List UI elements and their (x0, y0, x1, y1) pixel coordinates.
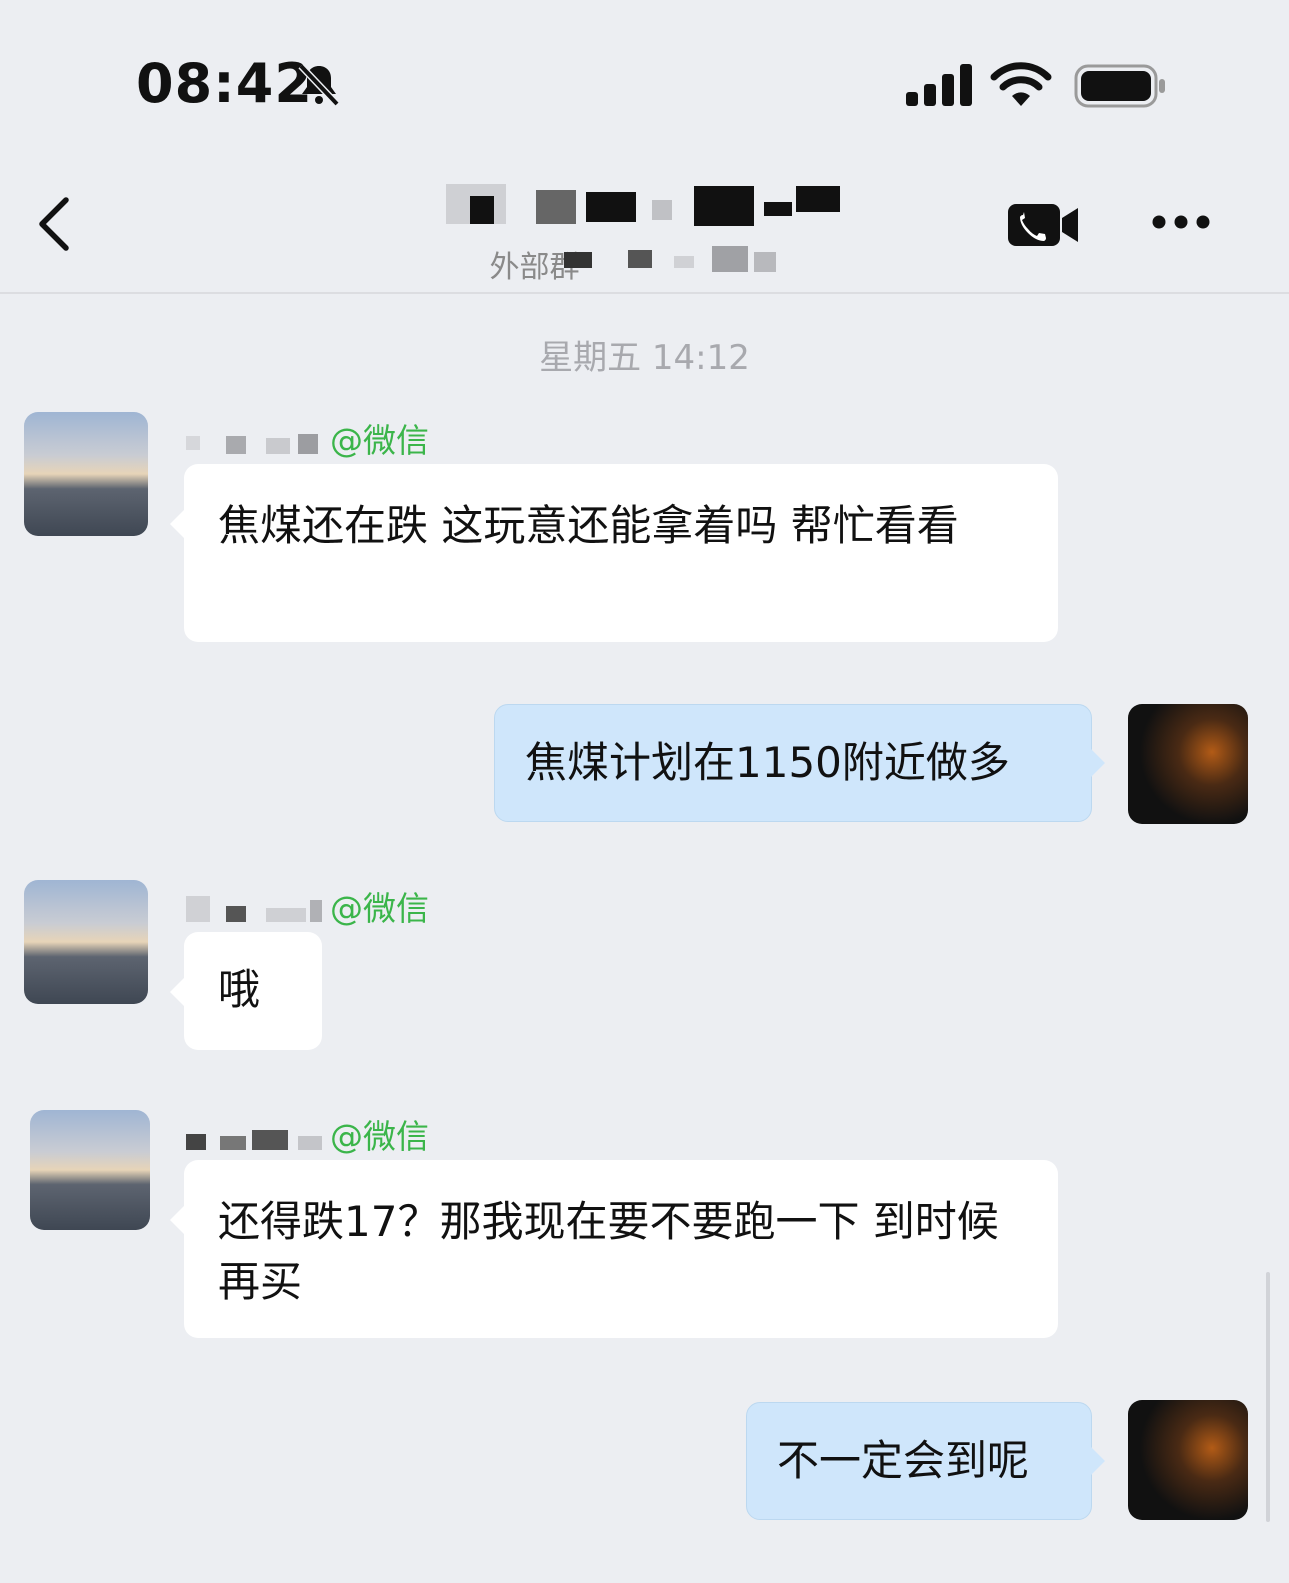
sender-name: @微信 (186, 1110, 429, 1158)
more-options-icon[interactable] (1150, 212, 1212, 232)
message-bubble[interactable]: 焦煤还在跌 这玩意还能拿着吗 帮忙看看 (170, 464, 1058, 642)
wifi-icon (990, 62, 1052, 106)
muted-bell-icon (298, 63, 340, 107)
redacted-name-mosaic (186, 1129, 322, 1150)
contact-avatar[interactable] (24, 412, 148, 536)
message-text: 哦 (218, 965, 261, 1014)
status-time: 08:42 (136, 52, 313, 115)
message-bubble[interactable]: 不一定会到呢 (746, 1402, 1105, 1520)
scrollbar-thumb[interactable] (1266, 1272, 1270, 1522)
battery-icon (1074, 64, 1165, 108)
redacted-name-mosaic (186, 433, 318, 454)
sender-source-label: @微信 (330, 889, 429, 928)
redacted-title-mosaic (446, 184, 840, 226)
message-text: 焦煤计划在1150附近做多 (525, 738, 1010, 787)
chat-header: 外部群 (0, 150, 1289, 294)
cellular-signal-icon (906, 64, 972, 106)
message-timestamp: 星期五 14:12 (539, 338, 750, 378)
my-avatar[interactable] (1128, 1400, 1248, 1520)
sender-source-label: @微信 (330, 1117, 429, 1156)
redacted-subtitle-mosaic (564, 246, 776, 272)
message-bubble[interactable]: 哦 (170, 932, 322, 1050)
message-text: 焦煤还在跌 这玩意还能拿着吗 帮忙看看 (218, 501, 959, 550)
sender-name: @微信 (186, 414, 429, 462)
message-text: 不一定会到呢 (777, 1436, 1030, 1485)
contact-avatar[interactable] (30, 1110, 150, 1230)
status-bar: 08:42 (0, 0, 1289, 150)
my-avatar[interactable] (1128, 704, 1248, 824)
message-text: 还得跌17？那我现在要不要跑一下 到时候再买 (218, 1197, 999, 1306)
sender-source-label: @微信 (330, 421, 429, 460)
sender-name: @微信 (186, 882, 429, 930)
message-bubble[interactable]: 还得跌17？那我现在要不要跑一下 到时候再买 (170, 1160, 1058, 1338)
contact-avatar[interactable] (24, 880, 148, 1004)
video-call-icon[interactable] (1008, 202, 1080, 248)
redacted-name-mosaic (186, 895, 322, 922)
message-bubble[interactable]: 焦煤计划在1150附近做多 (494, 704, 1105, 822)
